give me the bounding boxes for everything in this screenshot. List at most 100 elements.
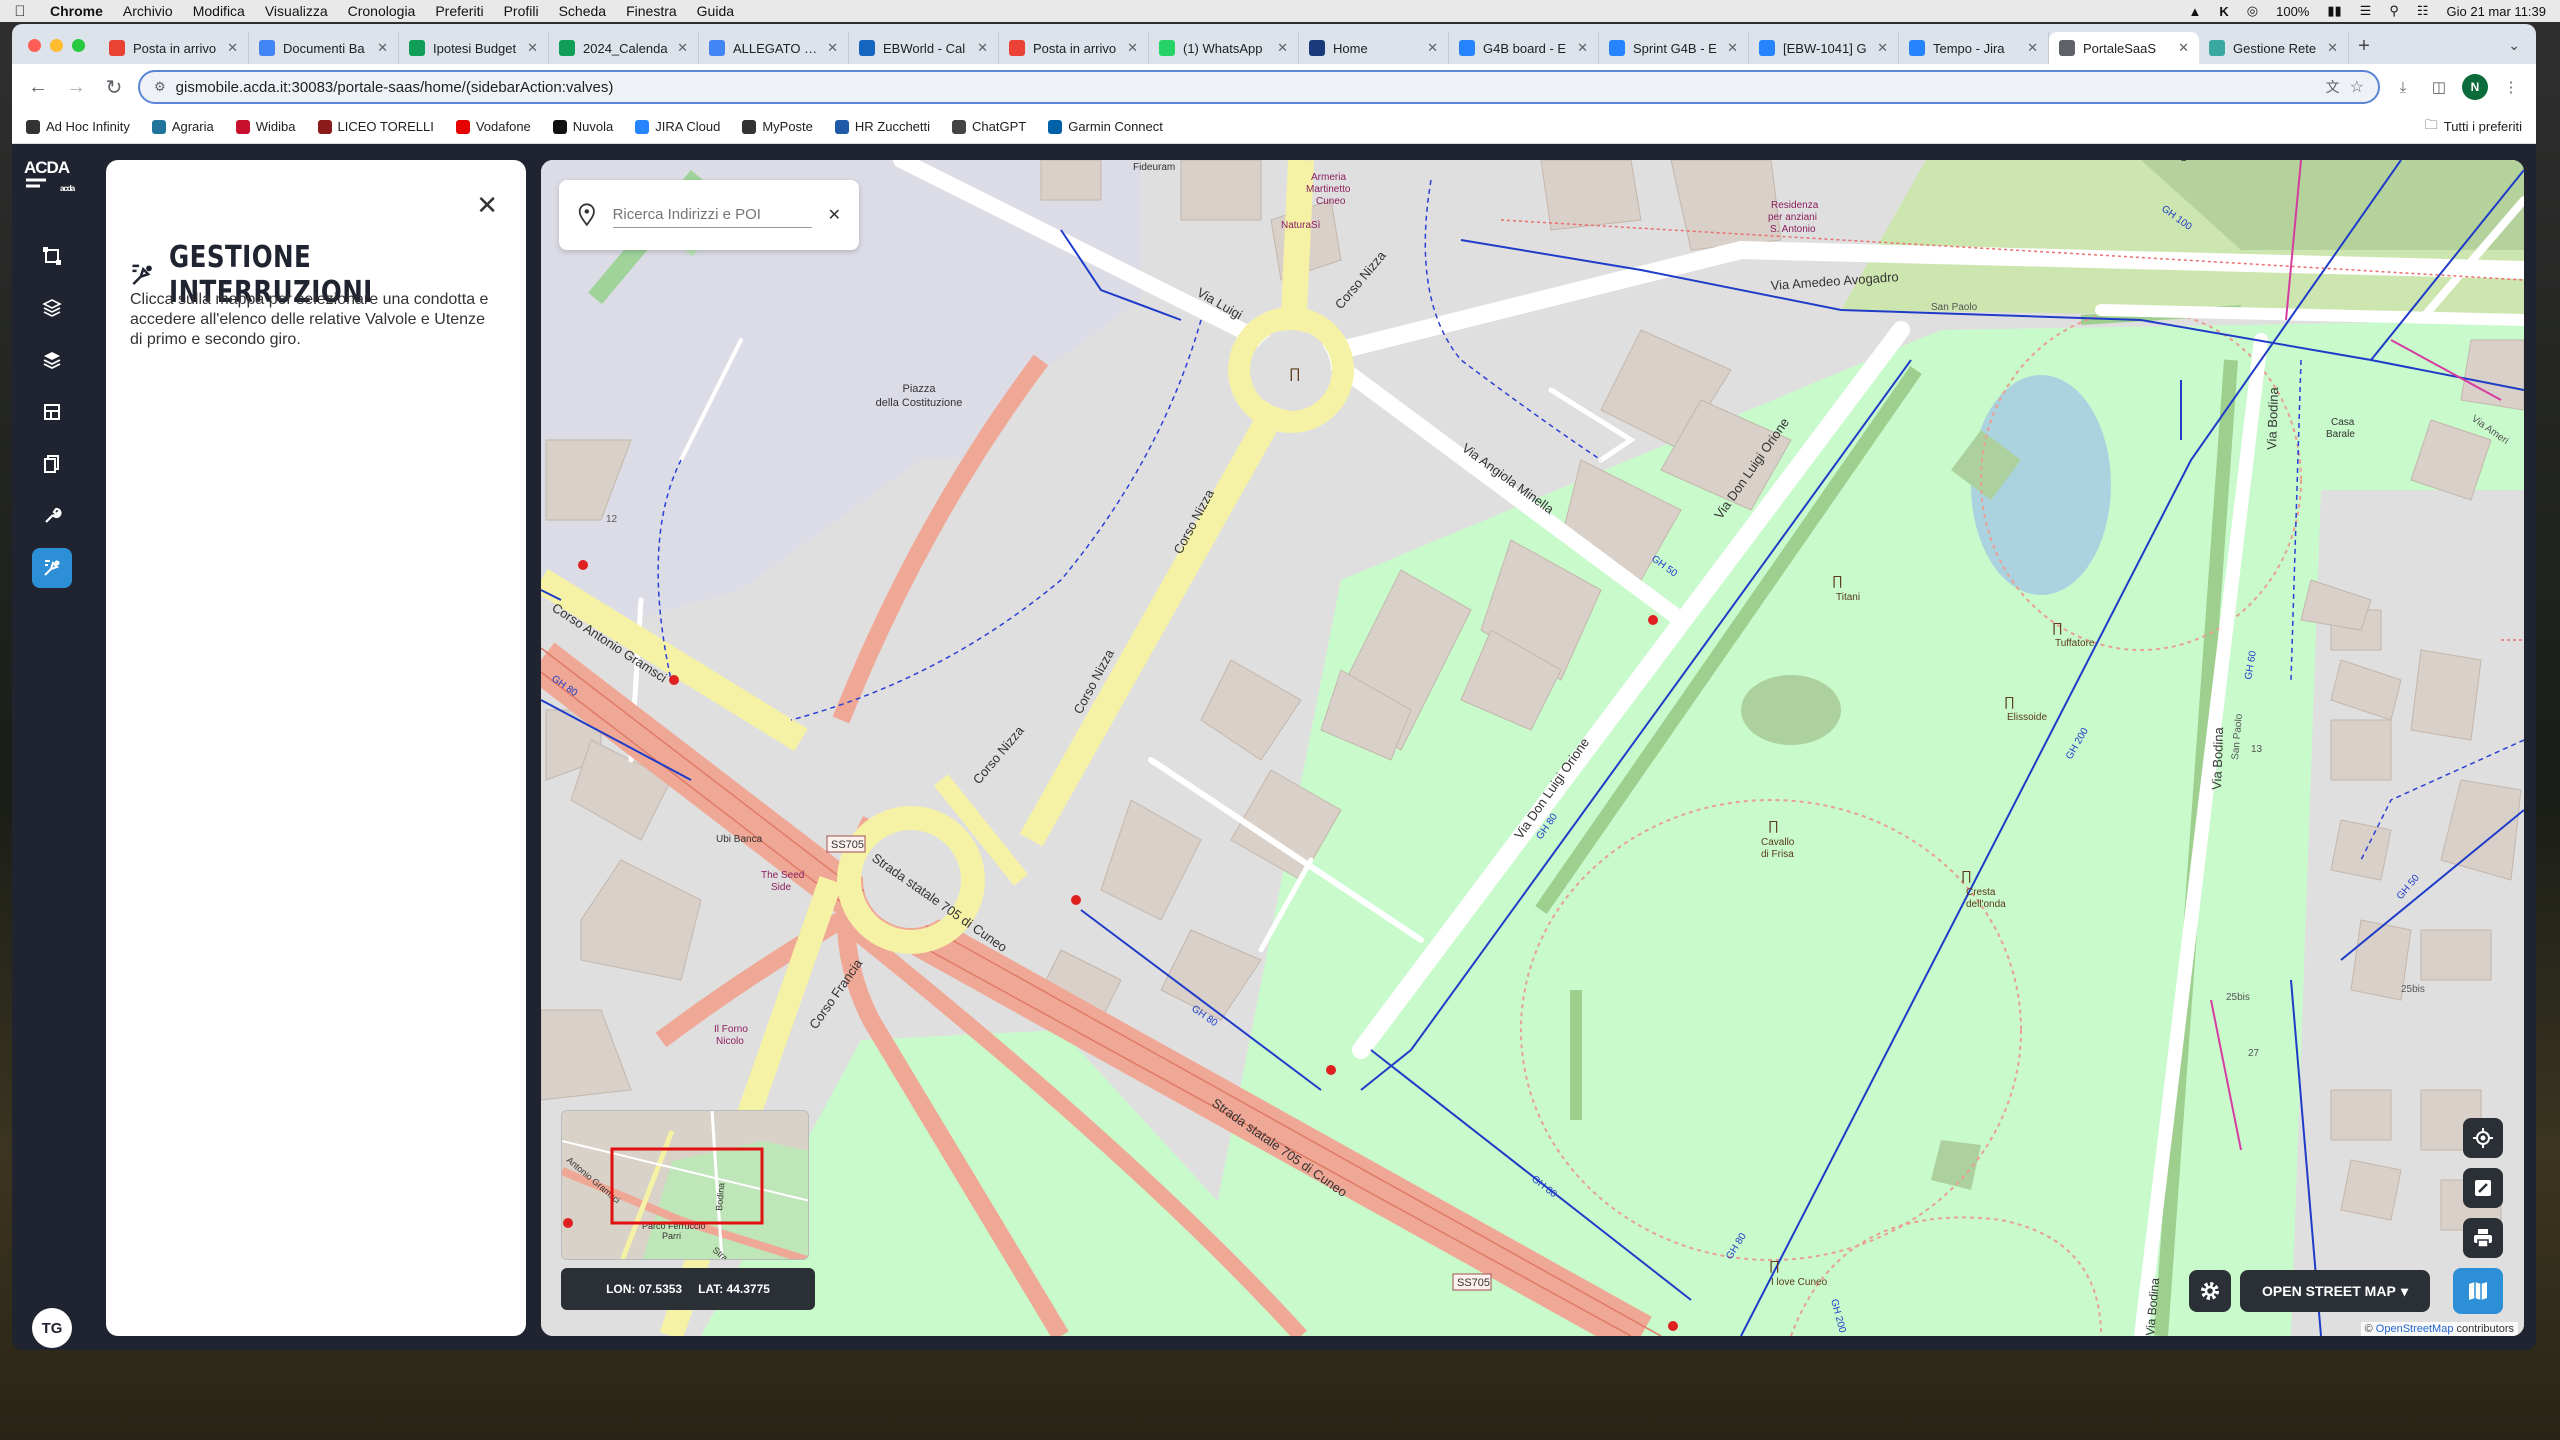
tab-search-icon[interactable]: ⌄ (2508, 37, 2536, 64)
browser-tab[interactable]: G4B board - E ✕ (1449, 32, 1599, 64)
browser-tab[interactable]: Posta in arrivo ✕ (99, 32, 249, 64)
browser-tab[interactable]: Home ✕ (1299, 32, 1449, 64)
bookmark-item[interactable]: LICEO TORELLI (317, 119, 434, 134)
bookmark-item[interactable]: JIRA Cloud (635, 119, 720, 134)
browser-tab[interactable]: (1) WhatsApp ✕ (1149, 32, 1299, 64)
bookmark-item[interactable]: Ad Hoc Infinity (26, 119, 130, 134)
rail-layers-icon[interactable] (32, 288, 72, 328)
control-center-icon[interactable]: ☷ (2417, 3, 2429, 19)
close-tab-icon[interactable]: ✕ (1577, 40, 1588, 56)
bookmark-item[interactable]: Agraria (151, 119, 214, 134)
bookmark-item[interactable]: Nuvola (552, 119, 613, 134)
menu-item[interactable]: Modifica (183, 3, 255, 19)
close-tab-icon[interactable]: ✕ (1877, 40, 1888, 56)
rail-interruptions-icon[interactable] (32, 548, 72, 588)
browser-tab[interactable]: Posta in arrivo ✕ (999, 32, 1149, 64)
all-bookmarks-folder[interactable]: 🗀 Tutti i preferiti (2425, 116, 2522, 138)
apple-icon[interactable]:  (0, 3, 40, 20)
wifi-icon[interactable]: ☰ (2360, 3, 2372, 19)
close-tab-icon[interactable]: ✕ (377, 40, 388, 56)
forward-button[interactable]: → (62, 76, 90, 99)
browser-tab[interactable]: Sprint G4B - E ✕ (1599, 32, 1749, 64)
rail-draw-area-icon[interactable] (32, 236, 72, 276)
close-tab-icon[interactable]: ✕ (1427, 40, 1438, 56)
map-tools-button[interactable] (2463, 1168, 2503, 1208)
back-button[interactable]: ← (24, 76, 52, 99)
close-tab-icon[interactable]: ✕ (1277, 40, 1288, 56)
overview-minimap[interactable]: Antonio Gramsci Parco Ferruccio Parri Bo… (561, 1110, 809, 1260)
bookmark-item[interactable]: ChatGPT (952, 119, 1026, 134)
bookmark-star-icon[interactable]: ☆ (2350, 77, 2364, 97)
close-tab-icon[interactable]: ✕ (2327, 40, 2338, 56)
rail-stack-icon[interactable] (32, 340, 72, 380)
side-panel-icon[interactable]: ◫ (2426, 74, 2452, 100)
site-info-icon[interactable]: ⚙ (154, 79, 166, 95)
menubar-clock[interactable]: Gio 21 mar 11:39 (2447, 4, 2546, 19)
bookmark-item[interactable]: Vodafone (455, 119, 531, 134)
basemap-toggle-button[interactable] (2453, 1268, 2503, 1314)
print-button[interactable] (2463, 1218, 2503, 1258)
close-tab-icon[interactable]: ✕ (677, 40, 688, 56)
browser-tab[interactable]: Documenti Ba ✕ (249, 32, 399, 64)
browser-tab[interactable]: PortaleSaaS ✕ (2049, 32, 2199, 64)
close-tab-icon[interactable]: ✕ (1727, 40, 1738, 56)
rail-grid-icon[interactable] (32, 392, 72, 432)
user-avatar[interactable]: TG (32, 1308, 72, 1348)
map-settings-button[interactable] (2189, 1270, 2231, 1312)
rail-document-icon[interactable] (32, 444, 72, 484)
status-drive-icon[interactable]: ▲ (2189, 4, 2202, 19)
menu-app-name[interactable]: Chrome (40, 3, 113, 19)
map-view[interactable]: Via Amedeo Avogadro Via Angiola Minella … (541, 160, 2524, 1336)
bookmark-item[interactable]: Widiba (235, 119, 296, 134)
address-search-input[interactable] (612, 202, 812, 228)
menu-item[interactable]: Profili (494, 3, 549, 19)
menu-item[interactable]: Archivio (113, 3, 183, 19)
close-tab-icon[interactable]: ✕ (977, 40, 988, 56)
close-tab-icon[interactable]: ✕ (2178, 40, 2189, 56)
close-tab-icon[interactable]: ✕ (527, 40, 538, 56)
minimize-window-button[interactable] (50, 39, 63, 52)
bookmark-item[interactable]: MyPoste (742, 119, 813, 134)
menu-item[interactable]: Cronologia (338, 3, 426, 19)
menu-item[interactable]: Finestra (616, 3, 687, 19)
new-tab-button[interactable]: + (2349, 35, 2379, 64)
menu-item[interactable]: Visualizza (255, 3, 338, 19)
status-k-icon[interactable]: K (2219, 4, 2228, 19)
map-canvas[interactable]: Via Amedeo Avogadro Via Angiola Minella … (541, 160, 2524, 1336)
translate-icon[interactable]: 文 (2326, 77, 2340, 97)
browser-tab[interactable]: 2024_Calenda ✕ (549, 32, 699, 64)
battery-icon[interactable]: ▮▮ (2327, 3, 2341, 19)
browser-tab[interactable]: Gestione Rete ✕ (2199, 32, 2349, 64)
close-tab-icon[interactable]: ✕ (827, 40, 838, 56)
close-window-button[interactable] (28, 39, 41, 52)
minimap-canvas[interactable]: Antonio Gramsci Parco Ferruccio Parri Bo… (562, 1111, 809, 1260)
osm-link[interactable]: OpenStreetMap (2376, 1323, 2454, 1335)
bookmark-item[interactable]: Garmin Connect (1048, 119, 1163, 134)
menu-item[interactable]: Scheda (549, 3, 616, 19)
close-tab-icon[interactable]: ✕ (2027, 40, 2038, 56)
chrome-menu-icon[interactable]: ⋮ (2498, 74, 2524, 100)
browser-tab[interactable]: EBWorld - Cal ✕ (849, 32, 999, 64)
profile-avatar[interactable]: N (2462, 74, 2488, 100)
close-panel-icon[interactable]: ✕ (476, 190, 498, 221)
rail-wrench-icon[interactable] (32, 496, 72, 536)
menu-item[interactable]: Guida (687, 3, 744, 19)
close-tab-icon[interactable]: ✕ (1127, 40, 1138, 56)
clear-search-icon[interactable]: ✕ (828, 205, 841, 225)
browser-tab[interactable]: ALLEGATO 1 D ✕ (699, 32, 849, 64)
status-account-icon[interactable]: ◎ (2247, 3, 2258, 19)
basemap-select[interactable]: OPEN STREET MAP ▾ (2240, 1270, 2430, 1312)
locate-me-button[interactable] (2463, 1118, 2503, 1158)
browser-tab[interactable]: [EBW-1041] G ✕ (1749, 32, 1899, 64)
menu-item[interactable]: Preferiti (425, 3, 493, 19)
spotlight-icon[interactable]: ⚲ (2389, 3, 2399, 19)
downloads-icon[interactable]: ⤓ (2390, 74, 2416, 100)
browser-tab[interactable]: Ipotesi Budget ✕ (399, 32, 549, 64)
zoom-window-button[interactable] (72, 39, 85, 52)
url-text[interactable]: gismobile.acda.it:30083/portale-saas/hom… (176, 79, 2316, 96)
reload-button[interactable]: ↻ (100, 75, 128, 100)
browser-tab[interactable]: Tempo - Jira ✕ (1899, 32, 2049, 64)
close-tab-icon[interactable]: ✕ (227, 40, 238, 56)
bookmark-item[interactable]: HR Zucchetti (834, 119, 930, 134)
address-bar[interactable]: ⚙ gismobile.acda.it:30083/portale-saas/h… (138, 70, 2380, 104)
